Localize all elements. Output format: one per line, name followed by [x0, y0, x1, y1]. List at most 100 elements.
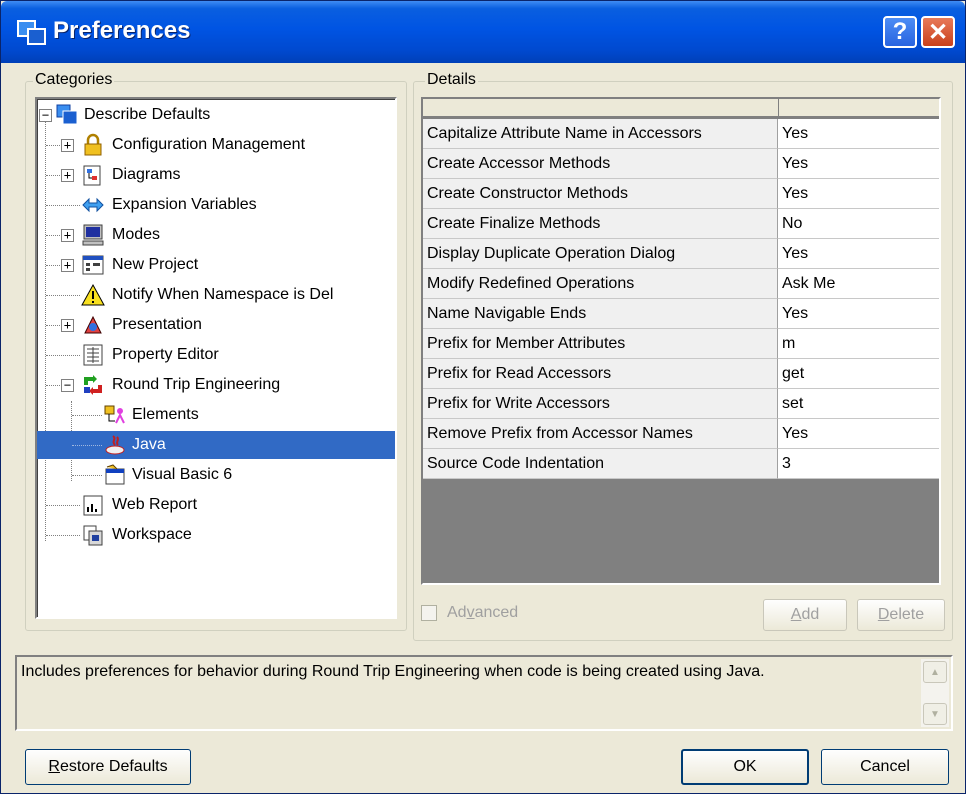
property-value[interactable]: Yes: [778, 149, 939, 179]
preferences-dialog: Preferences ? ✕ Categories − Describe De…: [0, 0, 966, 794]
tree-item-expansion-variables[interactable]: Expansion Variables: [37, 191, 395, 219]
tree-item-label: Presentation: [112, 316, 202, 333]
lock-icon: [84, 133, 102, 156]
elements-icon: [104, 405, 125, 424]
tree-item-new-project[interactable]: + New Project: [37, 251, 395, 279]
property-row[interactable]: Prefix for Read Accessors get: [423, 359, 939, 389]
tree-connector: [46, 295, 80, 296]
tree-item-notify-when-namespace[interactable]: Notify When Namespace is Del: [37, 281, 395, 309]
description-text: Includes preferences for behavior during…: [21, 663, 765, 680]
tree-item-property-editor[interactable]: Property Editor: [37, 341, 395, 369]
property-row[interactable]: Prefix for Write Accessors set: [423, 389, 939, 419]
property-value[interactable]: get: [778, 359, 939, 389]
collapse-toggle[interactable]: −: [61, 379, 74, 392]
tree-connector: [72, 445, 102, 446]
delete-button[interactable]: Delete: [857, 599, 945, 631]
tree-item-label: Java: [132, 436, 166, 453]
property-row[interactable]: Capitalize Attribute Name in Accessors Ye…: [423, 119, 939, 149]
scroll-down-button[interactable]: ▼: [923, 703, 947, 725]
property-value[interactable]: Yes: [778, 299, 939, 329]
property-value[interactable]: Ask Me: [778, 269, 939, 299]
tree-item-web-report[interactable]: Web Report: [37, 491, 395, 519]
tree-item-label: Elements: [132, 406, 199, 423]
help-button[interactable]: ?: [883, 16, 917, 48]
property-name: Create Finalize Methods: [423, 209, 778, 239]
warning-icon: [81, 283, 105, 306]
expand-toggle[interactable]: +: [61, 229, 74, 242]
property-row[interactable]: Modify Redefined Operations Ask Me: [423, 269, 939, 299]
property-name: Modify Redefined Operations: [423, 269, 778, 299]
cancel-button-label: Cancel: [860, 758, 910, 775]
details-property-grid[interactable]: Capitalize Attribute Name in Accessors Ye…: [421, 97, 941, 585]
property-value[interactable]: Yes: [778, 239, 939, 269]
preferences-app-icon: [17, 20, 46, 45]
tree-item-workspace[interactable]: Workspace: [37, 521, 395, 549]
property-row[interactable]: Remove Prefix from Accessor Names Yes: [423, 419, 939, 449]
chevron-up-icon: ▲: [930, 666, 940, 678]
tree-item-diagrams[interactable]: + Diagrams: [37, 161, 395, 189]
property-name: Prefix for Read Accessors: [423, 359, 778, 389]
cancel-button[interactable]: Cancel: [821, 749, 949, 785]
expand-toggle[interactable]: +: [61, 169, 74, 182]
ok-button-label: OK: [733, 758, 757, 775]
add-button-label: Add: [790, 606, 820, 623]
advanced-checkbox-box[interactable]: [421, 605, 437, 621]
tree-item-label: Expansion Variables: [112, 196, 257, 213]
tree-item-label: Describe Defaults: [84, 106, 211, 123]
expand-toggle[interactable]: +: [61, 259, 74, 272]
tree-connector: [46, 205, 80, 206]
tree-item-label: Diagrams: [112, 166, 181, 183]
title-bar[interactable]: Preferences ? ✕: [1, 1, 965, 63]
ok-button[interactable]: OK: [681, 749, 809, 785]
tree-connector: [72, 415, 102, 416]
scroll-up-button[interactable]: ▲: [923, 661, 947, 683]
expand-toggle[interactable]: +: [61, 139, 74, 152]
collapse-toggle[interactable]: −: [39, 109, 52, 122]
advanced-checkbox[interactable]: Advanced: [421, 601, 518, 625]
property-value[interactable]: Yes: [778, 119, 939, 149]
tree-item-describe-defaults[interactable]: − Describe Defaults: [37, 101, 395, 129]
tree-connector: [46, 535, 80, 536]
close-button[interactable]: ✕: [921, 16, 955, 48]
property-row[interactable]: Create Finalize Methods No: [423, 209, 939, 239]
categories-tree[interactable]: − Describe Defaults + Configuration Mana…: [35, 97, 397, 619]
property-name: Source Code Indentation: [423, 449, 778, 479]
tree-item-java[interactable]: Java: [37, 431, 395, 459]
tree-item-presentation[interactable]: + Presentation: [37, 311, 395, 339]
tree-item-modes[interactable]: + Modes: [37, 221, 395, 249]
tree-item-label: Property Editor: [112, 346, 219, 363]
property-row[interactable]: Source Code Indentation 3: [423, 449, 939, 479]
close-icon: ✕: [927, 18, 949, 46]
property-value[interactable]: set: [778, 389, 939, 419]
restore-defaults-button[interactable]: Restore Defaults: [25, 749, 191, 785]
tree-item-elements[interactable]: Elements: [37, 401, 395, 429]
property-name: Remove Prefix from Accessor Names: [423, 419, 778, 449]
property-name: Create Accessor Methods: [423, 149, 778, 179]
tree-item-label: Configuration Management: [112, 136, 306, 153]
tree-item-configuration-management[interactable]: + Configuration Management: [37, 131, 395, 159]
property-value[interactable]: Yes: [778, 419, 939, 449]
property-value[interactable]: m: [778, 329, 939, 359]
property-name: Display Duplicate Operation Dialog: [423, 239, 778, 269]
property-row[interactable]: Create Constructor Methods Yes: [423, 179, 939, 209]
description-scrollbar[interactable]: ▲ ▼: [921, 659, 949, 727]
tree-item-label: Round Trip Engineering: [112, 376, 281, 393]
property-value[interactable]: Yes: [778, 179, 939, 209]
property-row[interactable]: Name Navigable Ends Yes: [423, 299, 939, 329]
tree-item-round-trip-engineering[interactable]: − Round Trip Engineering: [37, 371, 395, 399]
tree-item-visual-basic-6[interactable]: Visual Basic 6: [37, 461, 395, 489]
tree-item-label: New Project: [112, 256, 199, 273]
computer-icon: [82, 224, 104, 246]
grid-header: [423, 99, 939, 117]
window-title: Preferences: [53, 17, 191, 44]
property-value[interactable]: 3: [778, 449, 939, 479]
expand-toggle[interactable]: +: [61, 319, 74, 332]
property-row[interactable]: Create Accessor Methods Yes: [423, 149, 939, 179]
property-row[interactable]: Display Duplicate Operation Dialog Yes: [423, 239, 939, 269]
tree-item-label: Web Report: [112, 496, 198, 513]
property-editor-icon: [83, 344, 103, 366]
property-value[interactable]: No: [778, 209, 939, 239]
add-button[interactable]: Add: [763, 599, 847, 631]
web-report-icon: [83, 495, 103, 516]
property-row[interactable]: Prefix for Member Attributes m: [423, 329, 939, 359]
